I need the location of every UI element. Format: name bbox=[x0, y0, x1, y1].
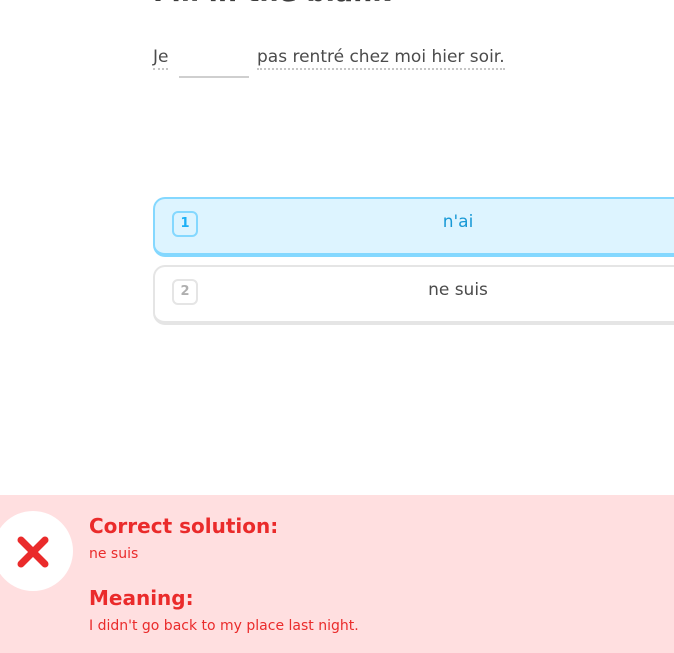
choice-label: ne suis bbox=[428, 280, 488, 300]
exercise-heading: Fill in the blank bbox=[153, 0, 390, 8]
meaning-text: I didn't go back to my place last night. bbox=[89, 618, 359, 634]
choice-1[interactable]: 1 n'ai bbox=[153, 197, 674, 257]
choice-2[interactable]: 2 ne suis bbox=[153, 265, 674, 325]
meaning-title: Meaning: bbox=[89, 586, 194, 610]
incorrect-status-badge bbox=[0, 511, 73, 591]
solution-text: ne suis bbox=[89, 546, 139, 562]
feedback-panel: Correct solution: ne suis Meaning: I did… bbox=[0, 495, 674, 653]
solution-title: Correct solution: bbox=[89, 514, 279, 538]
sentence-word-after[interactable]: pas rentré chez moi hier soir. bbox=[257, 46, 505, 70]
sentence-word-before[interactable]: Je bbox=[153, 46, 169, 70]
sentence-blank bbox=[179, 46, 249, 78]
choice-label: n'ai bbox=[442, 212, 474, 232]
x-icon bbox=[17, 536, 49, 568]
